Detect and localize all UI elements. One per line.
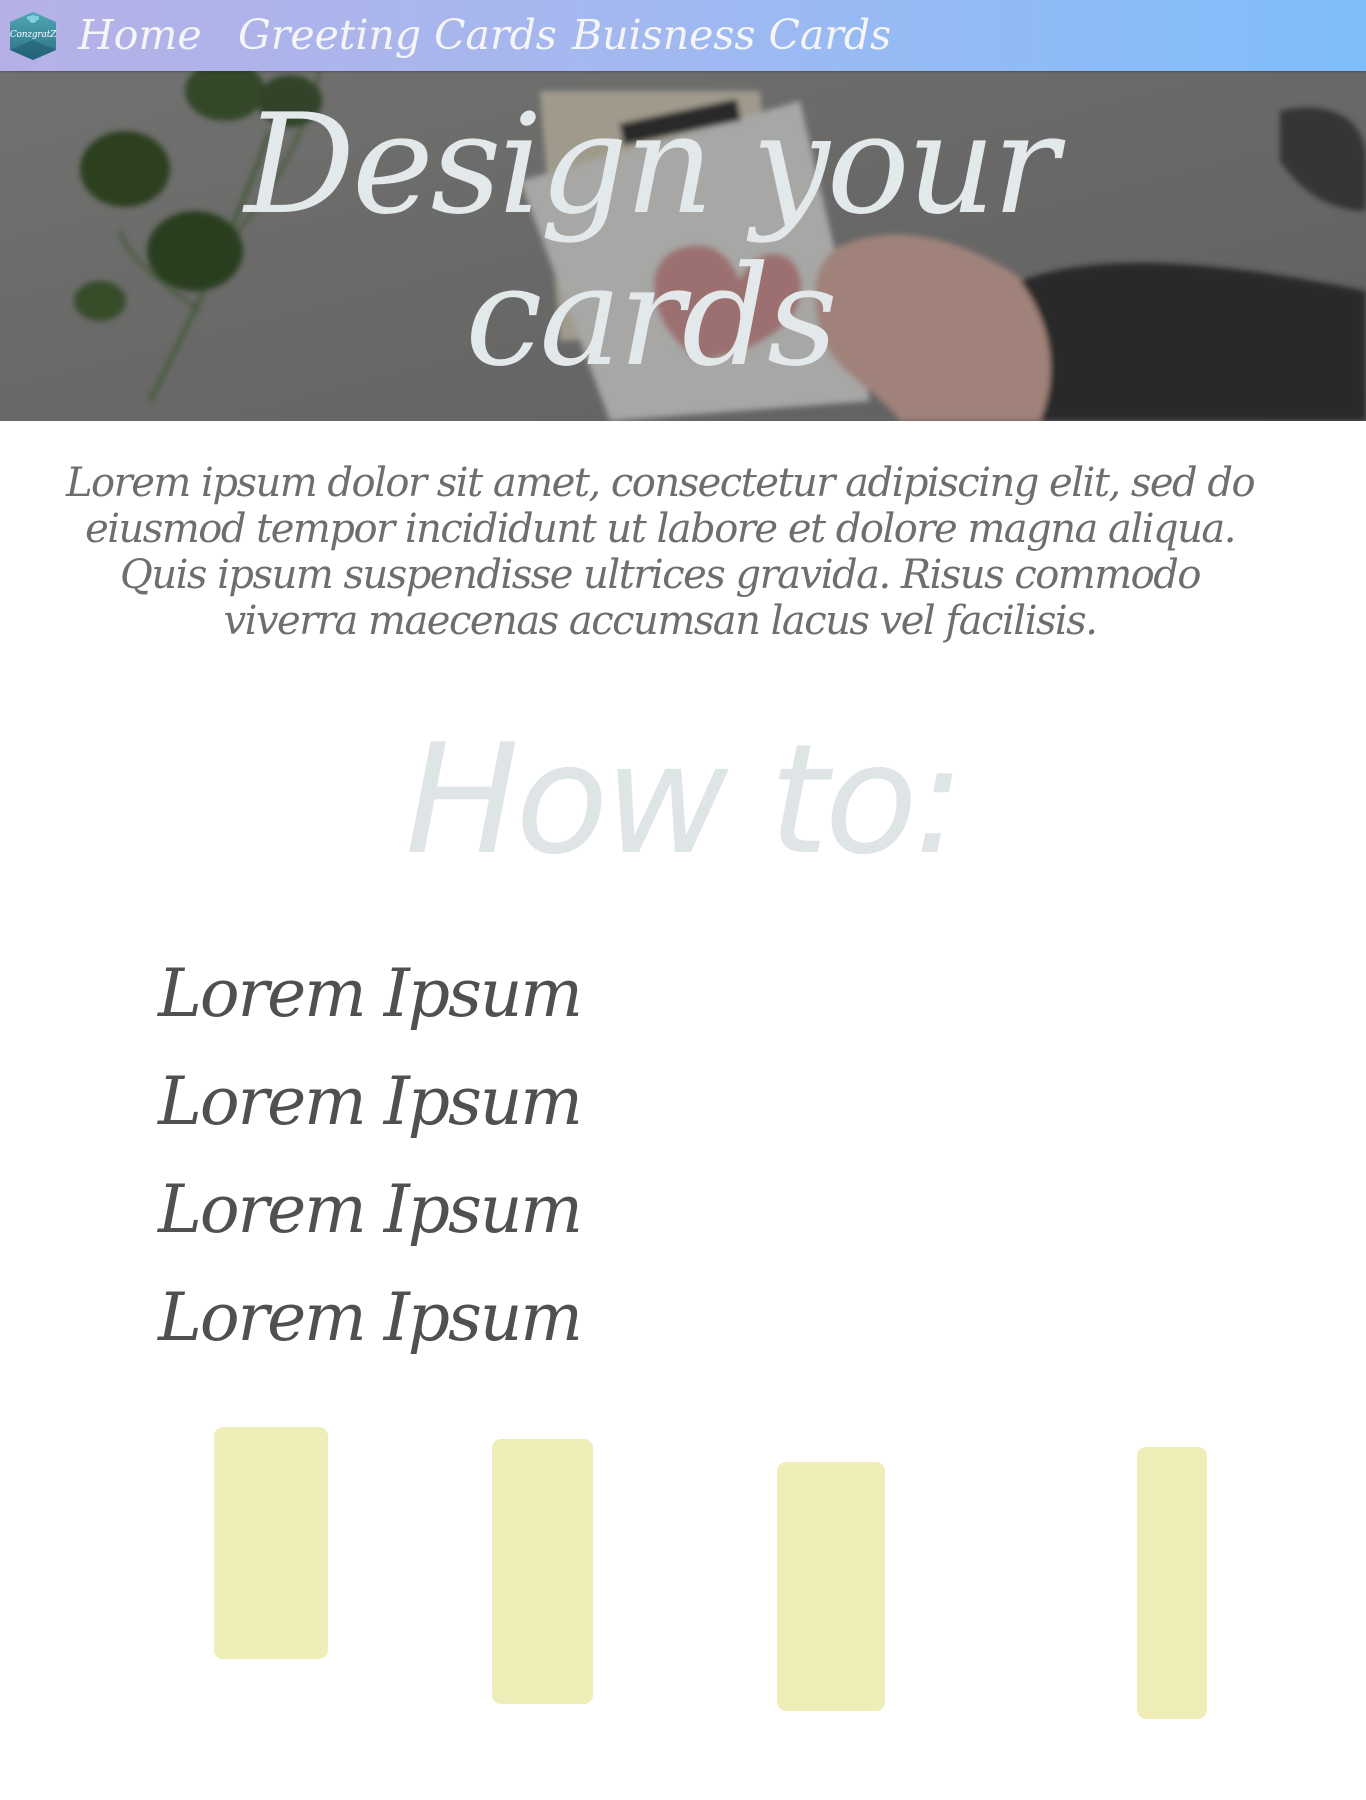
logo-text: ConzgratZ (9, 30, 57, 40)
step-item-4: Lorem Ipsum (158, 1279, 583, 1356)
nav-link-greeting-cards[interactable]: Greeting Cards (238, 2, 557, 68)
card-placeholder-2[interactable] (492, 1439, 593, 1704)
hero-title: Design your cards (244, 84, 1058, 397)
intro-paragraph: Lorem ipsum dolor sit amet, consectetur … (65, 460, 1256, 644)
card-placeholder-3[interactable] (777, 1462, 885, 1711)
logo[interactable]: ConzgratZ (8, 10, 58, 62)
top-navbar: ConzgratZ Home Greeting Cards Buisness C… (0, 0, 1366, 71)
howto-title: How to: (405, 711, 965, 888)
step-item-3: Lorem Ipsum (158, 1171, 583, 1248)
nav-link-business-cards[interactable]: Buisness Cards (572, 2, 891, 68)
steps-list: Lorem Ipsum Lorem Ipsum Lorem Ipsum Lore… (158, 940, 583, 1372)
hero-banner: Design your cards (0, 71, 1366, 421)
step-item-1: Lorem Ipsum (158, 955, 583, 1032)
nav-link-home[interactable]: Home (78, 2, 202, 68)
card-placeholder-4[interactable] (1137, 1447, 1207, 1719)
step-item-2: Lorem Ipsum (158, 1063, 583, 1140)
card-placeholder-1[interactable] (214, 1427, 328, 1659)
